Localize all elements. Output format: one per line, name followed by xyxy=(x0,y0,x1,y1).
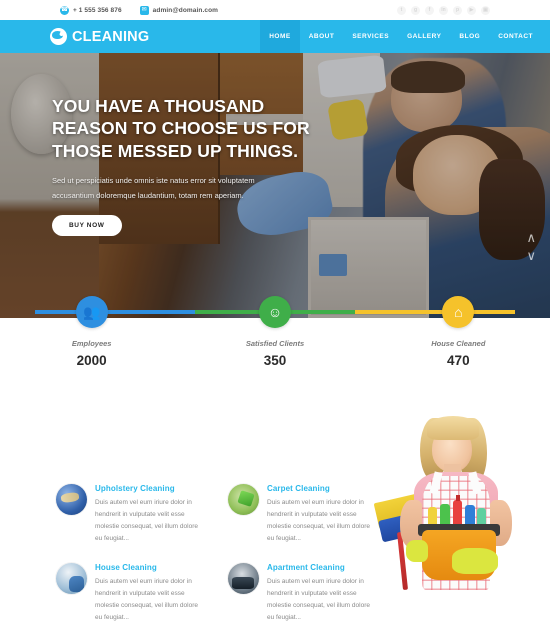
smiley-icon: ☺ xyxy=(258,296,291,328)
google-plus-icon[interactable]: g xyxy=(411,5,420,15)
social-links: t g f in p ▶ ▣ xyxy=(397,5,490,15)
house-thumb-icon xyxy=(56,563,87,595)
maid-photo xyxy=(370,412,542,591)
service-description: Duis autem vel eum iriure dolor in hendr… xyxy=(95,499,198,543)
nav-item-home[interactable]: HOME xyxy=(260,20,300,53)
chevron-down-icon[interactable]: ∨ xyxy=(526,249,536,262)
counter-employees: 👥 Employees 2000 xyxy=(0,296,183,368)
service-description: Duis autem vel eum iriure dolor in hendr… xyxy=(267,499,370,543)
instagram-icon[interactable]: ▣ xyxy=(481,5,490,15)
water-drop-icon xyxy=(50,28,67,45)
counter-list: 👥 Employees 2000 ☺ Satisfied Clients 350… xyxy=(0,296,550,368)
service-description: Duis autem vel eum iriure dolor in hendr… xyxy=(95,578,198,622)
counter-house-cleaned: ⌂ House Cleaned 470 xyxy=(367,296,550,368)
upholstery-thumb-icon xyxy=(56,484,87,515)
logo-text: CLEANING xyxy=(72,28,150,45)
service-description: Duis autem vel eum iriure dolor in hendr… xyxy=(267,578,370,622)
service-card-house[interactable]: House Cleaning Duis autem vel eum iriure… xyxy=(56,563,206,624)
contact-info-group: ☎ + 1 555 356 876 ✉ admin@domain.com xyxy=(60,5,219,15)
service-title[interactable]: Apartment Cleaning xyxy=(267,563,378,572)
counter-value: 470 xyxy=(447,353,470,368)
site-header: CLEANING HOME ABOUT SERVICES GALLERY BLO… xyxy=(0,20,550,53)
service-title[interactable]: Carpet Cleaning xyxy=(267,484,378,493)
buy-now-button[interactable]: BUY NOW xyxy=(52,215,122,237)
service-card-upholstery[interactable]: Upholstery Cleaning Duis autem vel eum i… xyxy=(56,484,206,545)
pinterest-icon[interactable]: p xyxy=(453,5,462,15)
counter-label: Satisfied Clients xyxy=(245,339,305,348)
envelope-icon: ✉ xyxy=(139,5,149,15)
nav-item-blog[interactable]: BLOG xyxy=(450,20,489,53)
counter-label: Employees xyxy=(71,339,112,348)
service-title[interactable]: House Cleaning xyxy=(95,563,206,572)
statistics-section: 👥 Employees 2000 ☺ Satisfied Clients 350… xyxy=(0,296,550,386)
facebook-icon[interactable]: f xyxy=(425,5,434,15)
phone-contact[interactable]: ☎ + 1 555 356 876 xyxy=(60,5,122,15)
email-contact[interactable]: ✉ admin@domain.com xyxy=(139,5,219,15)
hero-content: YOU HAVE A THOUSAND REASON TO CHOOSE US … xyxy=(0,53,320,237)
service-card-carpet[interactable]: Carpet Cleaning Duis autem vel eum iriur… xyxy=(228,484,378,545)
nav-item-gallery[interactable]: GALLERY xyxy=(398,20,450,53)
top-utility-bar: ☎ + 1 555 356 876 ✉ admin@domain.com t g… xyxy=(0,0,550,20)
phone-number: + 1 555 356 876 xyxy=(73,6,122,14)
email-address: admin@domain.com xyxy=(152,6,219,14)
main-navigation: HOME ABOUT SERVICES GALLERY BLOG CONTACT xyxy=(260,20,542,53)
phone-icon: ☎ xyxy=(60,5,69,15)
service-title[interactable]: Upholstery Cleaning xyxy=(95,484,206,493)
counter-satisfied-clients: ☺ Satisfied Clients 350 xyxy=(183,296,366,368)
chevron-up-icon[interactable]: ∧ xyxy=(526,231,536,244)
hero-heading: YOU HAVE A THOUSAND REASON TO CHOOSE US … xyxy=(52,96,310,161)
nav-item-contact[interactable]: CONTACT xyxy=(489,20,542,53)
counter-value: 350 xyxy=(263,353,287,368)
slider-navigation: ∧ ∨ xyxy=(526,231,536,262)
counter-label: House Cleaned xyxy=(431,339,486,348)
users-icon: 👥 xyxy=(75,296,108,328)
services-section: Upholstery Cleaning Duis autem vel eum i… xyxy=(0,386,550,621)
carpet-thumb-icon xyxy=(228,484,259,515)
linkedin-icon[interactable]: in xyxy=(439,5,448,15)
hero-subtitle: Sed ut perspiciatis unde omnis iste natu… xyxy=(52,176,255,200)
hero-slider: YOU HAVE A THOUSAND REASON TO CHOOSE US … xyxy=(0,53,550,318)
counter-value: 2000 xyxy=(76,353,107,368)
youtube-icon[interactable]: ▶ xyxy=(467,5,476,15)
apartment-thumb-icon xyxy=(228,563,259,595)
nav-item-about[interactable]: ABOUT xyxy=(300,20,344,53)
site-logo[interactable]: CLEANING xyxy=(50,28,149,45)
home-icon: ⌂ xyxy=(442,296,475,328)
nav-item-services[interactable]: SERVICES xyxy=(343,20,398,53)
landing-page: ☎ + 1 555 356 876 ✉ admin@domain.com t g… xyxy=(0,0,550,637)
twitter-icon[interactable]: t xyxy=(397,5,406,15)
service-card-apartment[interactable]: Apartment Cleaning Duis autem vel eum ir… xyxy=(228,563,378,624)
services-grid: Upholstery Cleaning Duis autem vel eum i… xyxy=(56,484,378,624)
